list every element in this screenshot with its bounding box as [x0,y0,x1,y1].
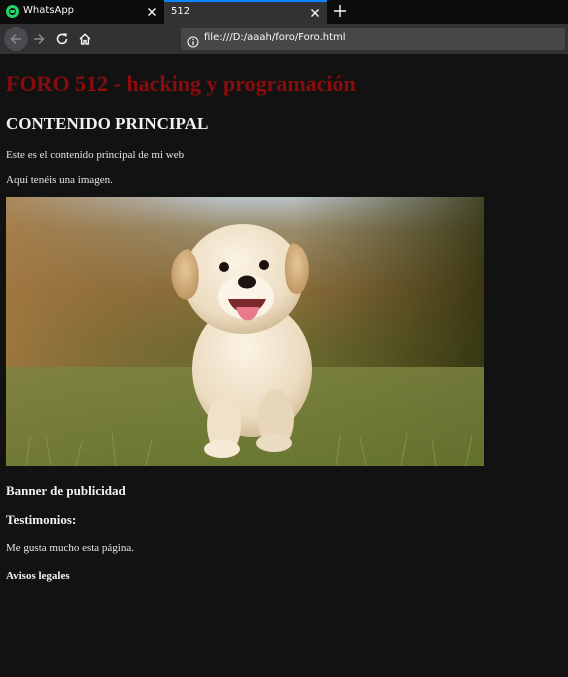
reload-icon [56,33,68,45]
forward-arrow-icon [34,33,45,45]
home-icon [79,33,91,45]
puppy-image [6,197,484,466]
whatsapp-icon [6,5,19,18]
tab-512[interactable]: 512 [164,0,327,24]
navigation-bar: file:///D:/aaah/foro/Foro.html [0,24,568,54]
reload-button[interactable] [51,28,73,50]
banner-heading: Banner de publicidad [6,483,126,498]
main-heading: CONTENIDO PRINCIPAL [6,114,209,133]
home-button[interactable] [74,28,96,50]
close-icon[interactable] [308,5,322,19]
tab-strip: WhatsApp 512 [0,0,568,24]
tab-label: 512 [171,6,191,17]
forward-button[interactable] [28,28,50,50]
url-text[interactable]: file:///D:/aaah/foro/Foro.html [204,32,346,43]
close-icon[interactable] [145,4,159,18]
tab-label: WhatsApp [23,5,75,16]
intro-paragraph: Este es el contenido principal de mi web [6,149,185,161]
page-content: FORO 512 - hacking y programación CONTEN… [0,54,568,677]
url-bar[interactable]: file:///D:/aaah/foro/Foro.html [181,28,565,50]
info-icon[interactable] [187,33,199,48]
back-button[interactable] [4,27,28,51]
legal-heading: Avisos legales [6,570,70,582]
back-arrow-icon [10,33,21,45]
new-tab-button[interactable] [332,3,348,19]
testimonial-paragraph: Me gusta mucho esta página. [6,542,134,554]
testimonials-heading: Testimonios: [6,512,77,527]
site-title: FORO 512 - hacking y programación [6,71,356,96]
image-intro-paragraph: Aquí tenéis una imagen. [6,174,113,186]
tab-whatsapp[interactable]: WhatsApp [0,0,163,24]
puppy-photo-icon [6,197,484,466]
